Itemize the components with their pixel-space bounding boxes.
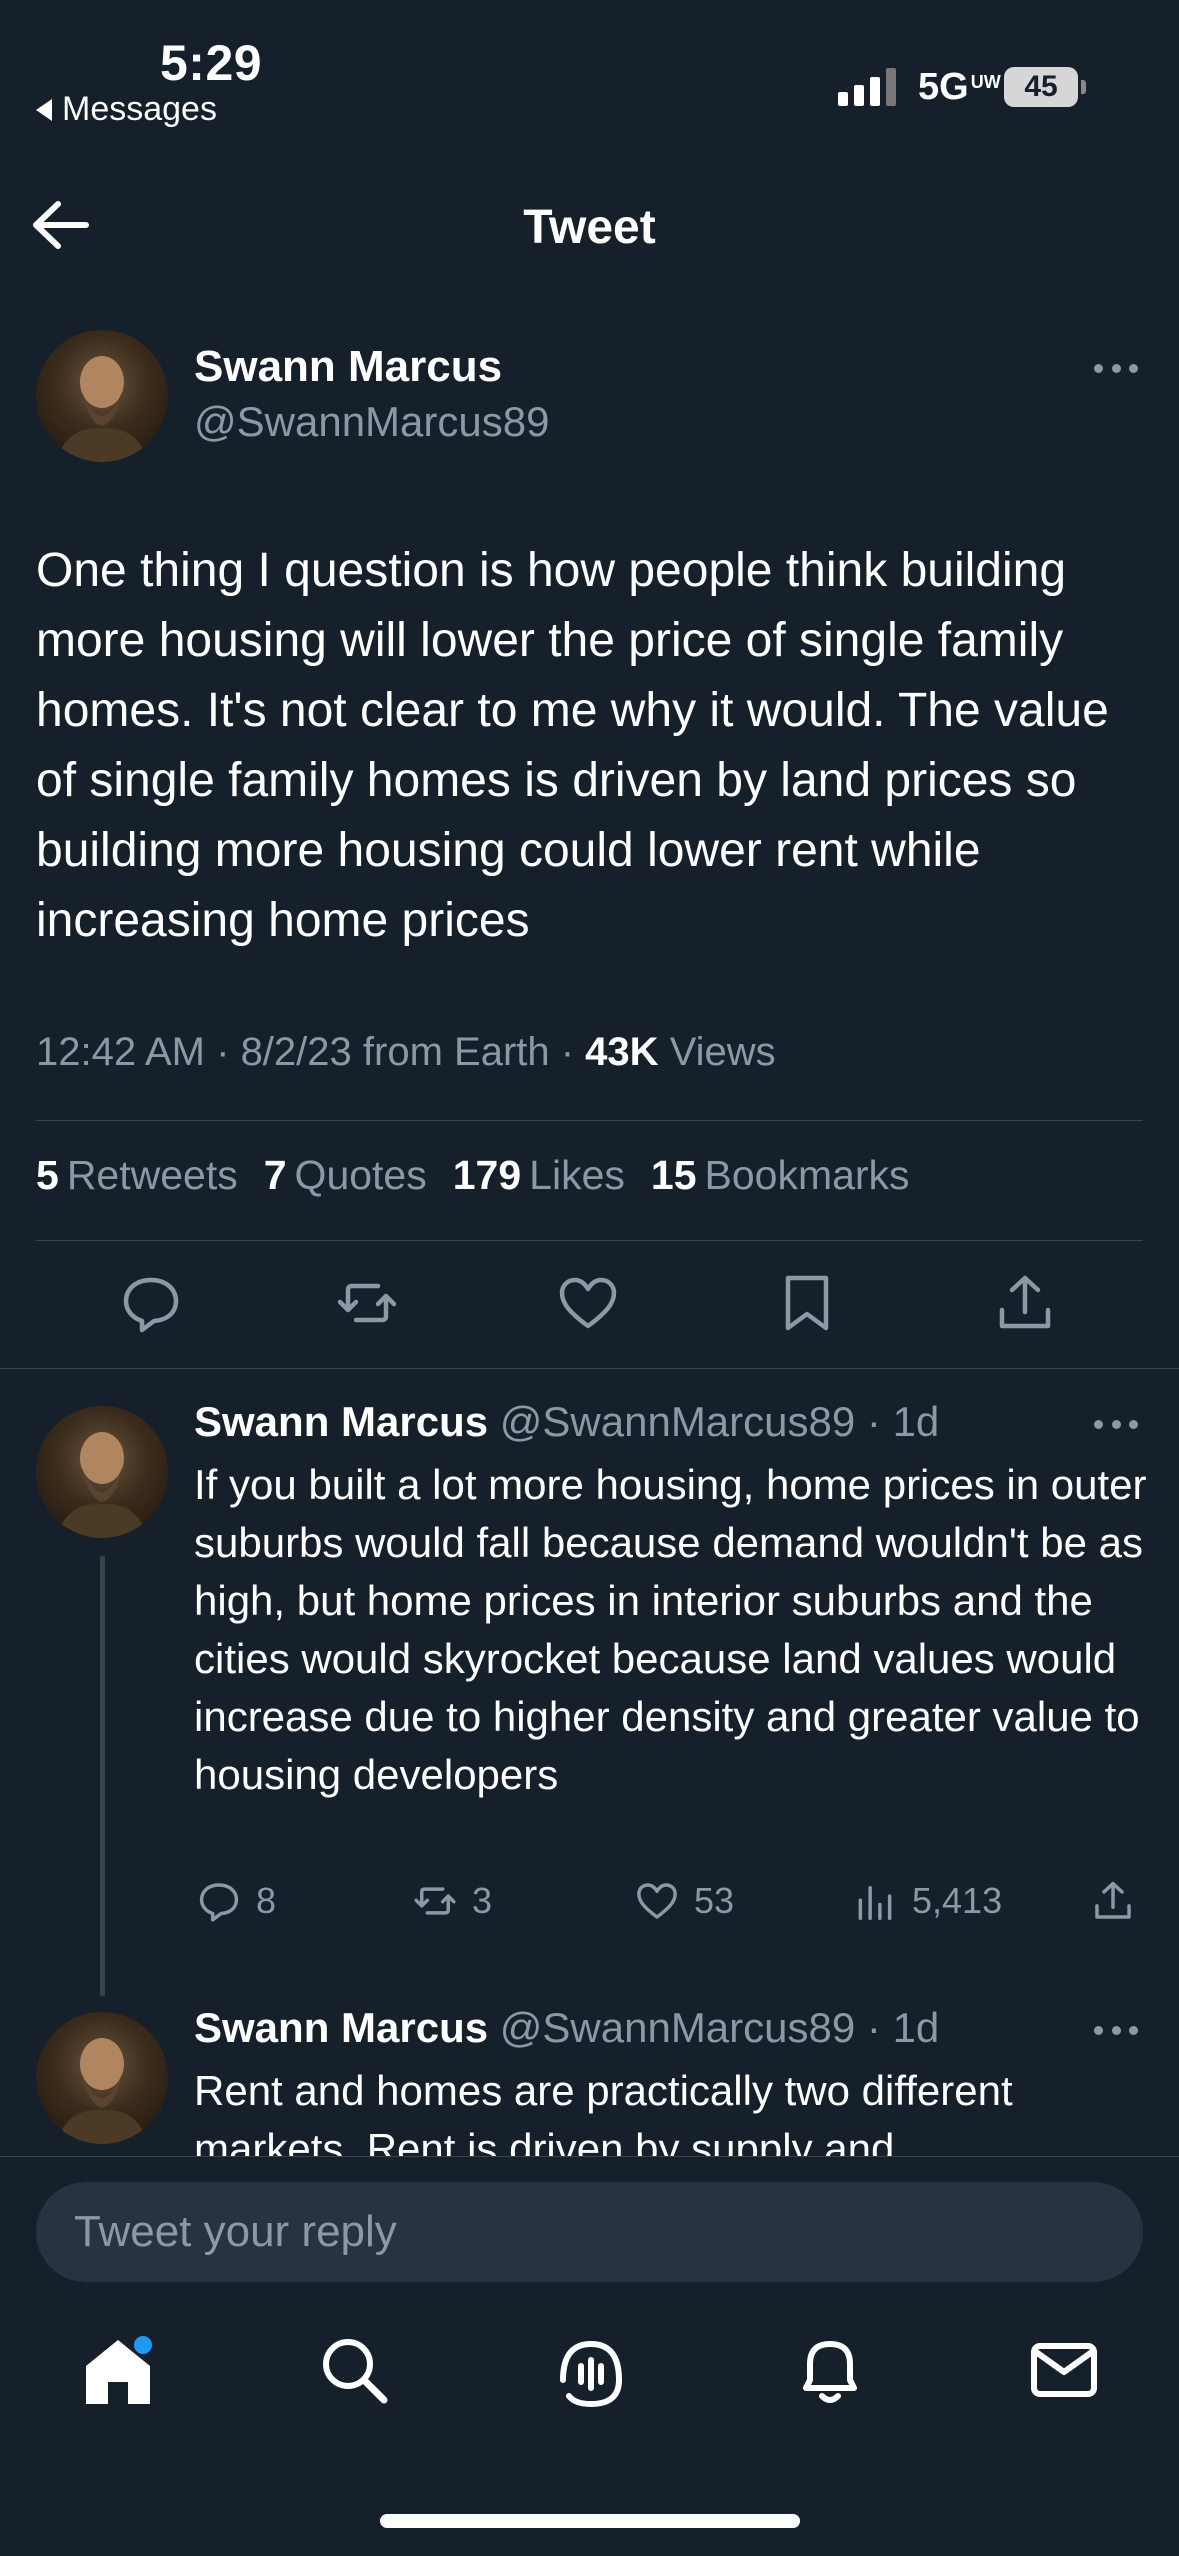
share-icon[interactable] [992, 1270, 1058, 1336]
more-options-icon[interactable] [1094, 1420, 1138, 1432]
bottom-tab-bar [0, 2330, 1179, 2440]
retweet-count: 3 [472, 1880, 493, 1921]
reply-actions: 8 3 53 5,413 [0, 1878, 1179, 1938]
reply-reply-button[interactable]: 8 [196, 1878, 276, 1924]
reply-composer[interactable] [36, 2182, 1143, 2282]
top-header: Tweet [0, 150, 1179, 300]
reply-share-button[interactable] [1090, 1878, 1136, 1924]
reply-author-name[interactable]: Swann Marcus [194, 1398, 488, 1445]
home-indicator[interactable] [380, 2514, 800, 2528]
bookmark-icon[interactable] [774, 1270, 840, 1336]
share-icon [1095, 1881, 1131, 1919]
tweet-text: One thing I question is how people think… [36, 544, 1109, 947]
views-count: 43K [585, 1030, 659, 1074]
like-count: 53 [694, 1880, 735, 1921]
divider [36, 1120, 1143, 1121]
avatar[interactable] [36, 2012, 168, 2144]
reply-age: 1d [892, 1398, 940, 1445]
back-app-label: Messages [62, 90, 217, 128]
avatar[interactable] [36, 1406, 168, 1538]
spaces-icon[interactable] [551, 2330, 631, 2410]
reply-text: If you built a lot more housing, home pr… [194, 1461, 1147, 1798]
author-handle[interactable]: @SwannMarcus89 [194, 398, 549, 446]
tweet-date: 8/2/23 [240, 1030, 352, 1074]
reply-header: Swann Marcus @SwannMarcus89 · 1d [194, 1398, 940, 1445]
search-icon[interactable] [314, 2330, 394, 2410]
more-options-icon[interactable] [1094, 364, 1138, 376]
reply-count: 8 [256, 1880, 277, 1921]
tweet-time: 12:42 AM [36, 1030, 206, 1074]
network-type: 5G UW [918, 66, 1001, 108]
retweet-icon [414, 1887, 456, 1915]
author-name[interactable]: Swann Marcus [194, 342, 502, 392]
reply-author-name[interactable]: Swann Marcus [194, 2004, 488, 2051]
reply-author-handle[interactable]: @SwannMarcus89 [500, 1398, 855, 1445]
avatar[interactable] [36, 330, 168, 462]
views-count: 5,413 [912, 1880, 1003, 1921]
bookmarks-stat[interactable]: 15 Bookmarks [651, 1152, 910, 1199]
reply-icon [199, 1883, 239, 1922]
reply-author-handle[interactable]: @SwannMarcus89 [500, 2004, 855, 2051]
likes-stat[interactable]: 179 Likes [453, 1152, 625, 1199]
back-to-app-link[interactable]: Messages [36, 90, 217, 129]
home-unread-dot [134, 2336, 152, 2354]
reply-like-button[interactable]: 53 [634, 1878, 734, 1924]
back-triangle-icon [36, 98, 52, 121]
battery-icon: 45 [1004, 67, 1078, 107]
engagement-stats: 5 Retweets 7 Quotes 179 Likes 15 Bookmarks [36, 1152, 910, 1199]
tweet-source: from Earth [362, 1030, 550, 1074]
retweet-icon[interactable] [334, 1270, 400, 1336]
divider [0, 1368, 1179, 1369]
cellular-signal-icon [838, 66, 896, 106]
reply-icon[interactable] [118, 1270, 184, 1336]
tweet-actions [0, 1270, 1179, 1340]
divider [36, 1240, 1143, 1241]
reply-header: Swann Marcus @SwannMarcus89 · 1d [194, 2004, 940, 2051]
reply-views-button[interactable]: 5,413 [852, 1878, 1002, 1924]
notifications-icon[interactable] [790, 2330, 870, 2410]
divider [0, 2156, 1179, 2157]
more-options-icon[interactable] [1094, 2026, 1138, 2038]
like-icon[interactable] [555, 1270, 621, 1336]
like-icon [637, 1883, 677, 1919]
views-label: Views [669, 1030, 776, 1074]
views-icon [858, 1886, 892, 1921]
messages-icon[interactable] [1024, 2330, 1104, 2410]
reply-age: 1d [892, 2004, 940, 2051]
tweet-meta: 12:42 AM · 8/2/23 from Earth · 43K Views [36, 1030, 776, 1074]
battery-cap [1081, 80, 1086, 94]
reply-input[interactable] [36, 2182, 1143, 2282]
reply-retweet-button[interactable]: 3 [412, 1878, 492, 1924]
page-title: Tweet [523, 201, 656, 254]
status-time: 5:29 [160, 35, 263, 91]
quotes-stat[interactable]: 7 Quotes [264, 1152, 427, 1199]
retweets-stat[interactable]: 5 Retweets [36, 1152, 238, 1199]
status-bar: 5:29 Messages 5G UW 45 [0, 0, 1179, 150]
